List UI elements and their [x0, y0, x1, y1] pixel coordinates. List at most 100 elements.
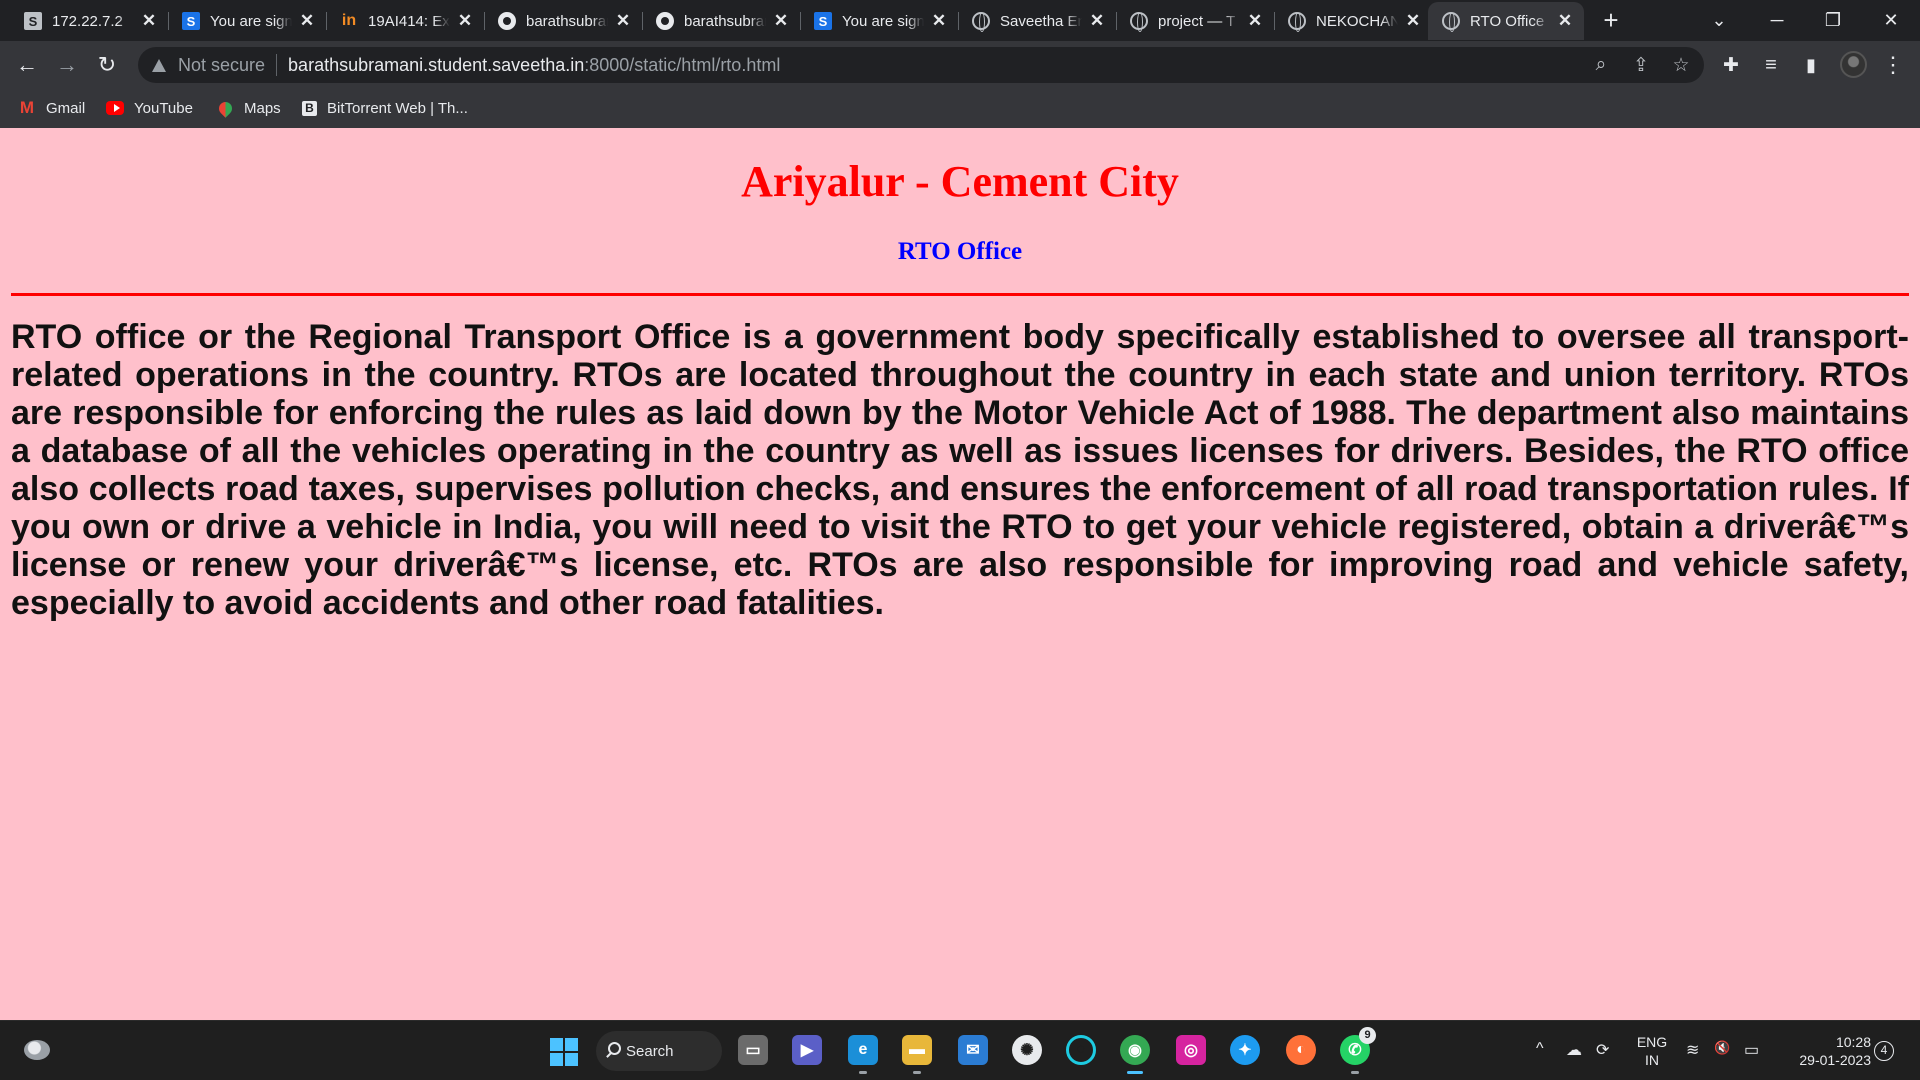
- github-icon: [656, 12, 674, 30]
- close-icon[interactable]: ✕: [1402, 10, 1424, 32]
- browser-toolbar: ← → ↻ Not secure barathsubramani.student…: [0, 41, 1920, 89]
- tab-github-barathsubramani[interactable]: barathsubramani ✕: [484, 2, 642, 40]
- close-icon[interactable]: ✕: [1086, 10, 1108, 32]
- forward-button[interactable]: →: [52, 50, 82, 80]
- clock-time: 10:28: [1835, 1034, 1871, 1050]
- close-icon[interactable]: ✕: [1244, 10, 1266, 32]
- tab-title: 172.22.7.2: [52, 12, 123, 30]
- bookmark-youtube[interactable]: YouTube: [106, 97, 193, 119]
- close-icon[interactable]: ✕: [770, 10, 792, 32]
- horizontal-rule: [11, 293, 1909, 296]
- reading-list-icon[interactable]: ≡: [1756, 50, 1786, 80]
- notification-count[interactable]: 4: [1874, 1041, 1894, 1061]
- maps-icon: [215, 98, 235, 118]
- page-viewport: Ariyalur - Cement City RTO Office RTO of…: [0, 128, 1920, 1020]
- bookmark-maps[interactable]: Maps: [215, 97, 281, 119]
- close-icon[interactable]: ✕: [138, 10, 160, 32]
- onedrive-icon[interactable]: ☁: [1566, 1040, 1582, 1060]
- tab-title: barathsubramani: [684, 12, 766, 30]
- bookmark-gmail[interactable]: M Gmail: [18, 97, 85, 119]
- s-blue-icon: S: [182, 12, 200, 30]
- tab-saveetha-engineering[interactable]: Saveetha Engineering ✕: [958, 2, 1116, 40]
- chrome-icon[interactable]: ◉: [1120, 1035, 1150, 1074]
- minimize-button[interactable]: ─: [1752, 0, 1802, 40]
- tab-you-are-signed-in-2[interactable]: S You are signed in ✕: [800, 2, 958, 40]
- s-icon: S: [24, 12, 42, 30]
- close-icon[interactable]: ✕: [454, 10, 476, 32]
- tray-chevron-icon[interactable]: ^: [1536, 1040, 1544, 1058]
- extensions-icon[interactable]: ✚: [1716, 50, 1746, 80]
- profile-avatar[interactable]: [1840, 51, 1867, 78]
- instagram-icon[interactable]: ◎: [1176, 1035, 1206, 1065]
- rto-description-paragraph: RTO office or the Regional Transport Off…: [11, 318, 1909, 622]
- globe-icon: [1442, 12, 1460, 32]
- volume-muted-icon[interactable]: 🔇: [1714, 1040, 1730, 1056]
- tab-title: 19AI414: Ex: [368, 12, 450, 30]
- windows-logo-tile: [565, 1053, 578, 1066]
- address-bar[interactable]: Not secure barathsubramani.student.savee…: [138, 47, 1704, 83]
- search-icon: [608, 1042, 621, 1055]
- mail-icon[interactable]: ✉: [958, 1035, 988, 1065]
- bookmark-bittorrent[interactable]: B BitTorrent Web | Th...: [302, 97, 468, 119]
- sync-icon[interactable]: ⟳: [1596, 1040, 1609, 1060]
- tab-title: Saveetha Engineering: [1000, 12, 1082, 30]
- windows-taskbar: Search ▭ ▶ e ▬ ✉ ✺ ○ ◉ ◎ ✦ ◐ ✆ 9 ^ ☁ ⟳ ENG IN ≋ 🔇 ▭…: [0, 1020, 1920, 1080]
- warning-icon[interactable]: [152, 58, 166, 72]
- globe-icon: [1130, 12, 1148, 32]
- github-icon: [498, 12, 516, 30]
- chatgpt-icon[interactable]: ✺: [1012, 1035, 1042, 1065]
- tab-github-barathsubramani-2[interactable]: barathsubramani ✕: [642, 2, 800, 40]
- windows-logo-tile: [550, 1053, 563, 1066]
- twitter-icon[interactable]: ✦: [1230, 1035, 1260, 1065]
- restore-button[interactable]: ❐: [1808, 0, 1858, 40]
- edge-icon[interactable]: e: [848, 1035, 878, 1074]
- tab-project[interactable]: project — T ✕: [1116, 2, 1274, 40]
- windows-logo-tile: [565, 1038, 578, 1051]
- tab-rto-office[interactable]: RTO Office ✕: [1428, 2, 1584, 40]
- new-tab-button[interactable]: +: [1598, 7, 1624, 34]
- tab-172-22-7-2[interactable]: S 172.22.7.2 ✕: [10, 2, 168, 40]
- close-icon[interactable]: ✕: [612, 10, 634, 32]
- tab-strip: S 172.22.7.2 ✕ S You are signed in ✕ in …: [0, 0, 1920, 41]
- tab-title: project — T: [1158, 12, 1236, 30]
- task-view-icon[interactable]: ▭: [738, 1035, 768, 1065]
- search-label: Search: [626, 1042, 674, 1060]
- bookmark-star-icon[interactable]: ☆: [1666, 50, 1696, 80]
- firefox-icon[interactable]: ◐: [1286, 1035, 1316, 1065]
- taskbar-search[interactable]: Search: [596, 1031, 722, 1071]
- back-button[interactable]: ←: [12, 50, 42, 80]
- address-separator: [276, 54, 278, 76]
- start-button[interactable]: [550, 1038, 578, 1066]
- clock-date: 29-01-2023: [1799, 1052, 1871, 1068]
- clock[interactable]: 10:28 29-01-2023: [1775, 1033, 1871, 1069]
- tab-you-are-signed-in[interactable]: S You are signed in ✕: [168, 2, 326, 40]
- weather-icon[interactable]: [24, 1040, 50, 1060]
- tab-title: You are signed in: [210, 12, 292, 30]
- not-secure-label[interactable]: Not secure: [178, 55, 265, 76]
- cortana-icon[interactable]: ○: [1066, 1035, 1096, 1065]
- close-icon[interactable]: ✕: [928, 10, 950, 32]
- tab-search-button[interactable]: ⌄: [1694, 0, 1744, 40]
- gmail-icon: M: [19, 98, 35, 117]
- share-icon[interactable]: ⇪: [1626, 50, 1656, 80]
- language-indicator[interactable]: ENG IN: [1634, 1033, 1670, 1069]
- battery-icon[interactable]: ▭: [1744, 1040, 1759, 1060]
- window-close-button[interactable]: ✕: [1866, 0, 1916, 40]
- reload-button[interactable]: ↻: [92, 50, 122, 80]
- menu-icon[interactable]: ⋮: [1878, 50, 1908, 80]
- bookmark-label: YouTube: [134, 99, 193, 117]
- close-icon[interactable]: ✕: [1554, 10, 1576, 32]
- url-host[interactable]: barathsubramani.student.saveetha.in: [288, 55, 584, 76]
- wifi-icon[interactable]: ≋: [1686, 1040, 1699, 1060]
- teams-meet-icon[interactable]: ▶: [792, 1035, 822, 1065]
- windows-logo-tile: [550, 1038, 563, 1051]
- file-explorer-icon[interactable]: ▬: [902, 1035, 932, 1074]
- close-icon[interactable]: ✕: [296, 10, 318, 32]
- zoom-icon[interactable]: ⌕: [1586, 50, 1616, 80]
- tab-nekochan[interactable]: NEKOCHAN ✕: [1274, 2, 1432, 40]
- youtube-icon: [106, 101, 124, 115]
- side-panel-icon[interactable]: ▮: [1796, 50, 1826, 80]
- url-path[interactable]: :8000/static/html/rto.html: [584, 55, 780, 76]
- tab-19ai414[interactable]: in 19AI414: Ex ✕: [326, 2, 484, 40]
- globe-icon: [1288, 12, 1306, 32]
